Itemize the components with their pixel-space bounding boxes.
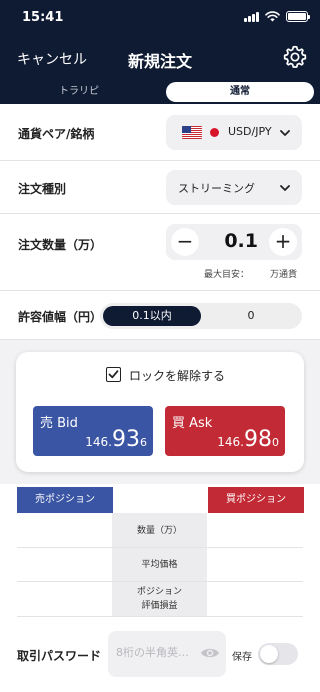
rate-card-area: ロックを解除する 売 Bid 146.936 買 Ask 146.980 [0, 340, 320, 484]
ask-price-tail: 0 [272, 436, 279, 449]
status-time: 15:41 [22, 10, 64, 25]
increment-button[interactable]: + [269, 228, 297, 256]
tolerance-label: 許容値幅（円） [18, 310, 103, 324]
tolerance-option-0-1[interactable]: 0.1以内 [103, 306, 201, 326]
password-field [108, 631, 226, 677]
quantity-stepper: − 0.1 + [166, 224, 302, 260]
bid-button[interactable]: 売 Bid 146.936 [33, 406, 153, 456]
ask-price-prefix: 146. [217, 435, 244, 449]
quantity-label: 注文数量（万） [18, 238, 103, 252]
toggle-knob [260, 645, 278, 663]
tolerance-toggle: 0.1以内 0 [100, 303, 302, 329]
tab-trarepi[interactable]: トラリピ [14, 82, 144, 102]
bid-price: 146.936 [85, 427, 147, 452]
order-type-value: ストリーミング [178, 182, 255, 195]
ask-price-main: 98 [244, 427, 272, 452]
chevron-down-icon [280, 185, 290, 191]
lock-label: ロックを解除する [129, 369, 226, 383]
ask-label: 買 Ask [172, 416, 213, 431]
bid-label: 売 Bid [40, 416, 78, 431]
pair-row: 通貨ペア/銘柄 USD/JPY [0, 104, 320, 161]
position-column-headers: 数量（万） 平均価格 ポジション 評価損益 [112, 513, 207, 617]
ask-price: 146.980 [217, 427, 279, 452]
tab-normal[interactable]: 通常 [166, 82, 314, 102]
pl-column-header-line1: ポジション [136, 587, 182, 597]
us-flag-icon [182, 126, 202, 139]
save-password-toggle[interactable] [258, 643, 298, 665]
bid-price-prefix: 146. [85, 435, 112, 449]
battery-icon [286, 11, 310, 22]
quantity-value[interactable]: 0.1 [224, 230, 258, 252]
nav-bar: キャンセル 新規注文 [0, 40, 320, 76]
pair-value: USD/JPY [228, 125, 272, 138]
ask-button[interactable]: 買 Ask 146.980 [165, 406, 285, 456]
pair-select[interactable]: USD/JPY [166, 115, 302, 150]
wifi-icon [265, 11, 280, 22]
position-tabs: 売ポジション 買ポジション [17, 487, 304, 513]
table-divider [17, 616, 303, 617]
checkmark-icon [108, 370, 119, 379]
cellular-signal-icon [244, 11, 259, 22]
max-estimate-label: 最大目安： [204, 270, 250, 280]
table-divider [17, 581, 303, 582]
pl-column-header-line2: 評価損益 [141, 601, 178, 611]
order-type-row: 注文種別 ストリーミング [0, 161, 320, 214]
decrement-button[interactable]: − [171, 228, 199, 256]
password-label: 取引パスワード [17, 649, 102, 663]
gear-icon[interactable] [282, 44, 308, 70]
lock-checkbox[interactable] [106, 367, 121, 382]
order-type-label: 注文種別 [18, 182, 67, 196]
quantity-column-header: 数量（万） [136, 526, 182, 536]
order-type-select[interactable]: ストリーミング [166, 170, 302, 205]
rate-card: ロックを解除する 売 Bid 146.936 買 Ask 146.980 [16, 352, 304, 472]
password-input[interactable] [116, 646, 196, 659]
status-bar: 15:41 [0, 0, 320, 36]
order-mode-segmented: トラリピ 通常 [0, 82, 320, 102]
save-password-label: 保存 [232, 652, 252, 663]
tolerance-option-0[interactable]: 0 [201, 306, 301, 326]
bid-price-main: 93 [112, 427, 140, 452]
page-title: 新規注文 [127, 52, 192, 71]
status-icons [244, 11, 310, 22]
avg-price-column-header: 平均価格 [141, 560, 178, 570]
sell-position-tab[interactable]: 売ポジション [17, 487, 113, 513]
jp-flag-icon [210, 128, 219, 137]
chevron-down-icon [280, 130, 290, 136]
header-area: 15:41 キャンセル 新規注文 トラリピ 通常 [0, 0, 320, 104]
buy-position-tab[interactable]: 買ポジション [208, 487, 304, 513]
pair-label: 通貨ペア/銘柄 [18, 127, 95, 141]
bid-price-tail: 6 [140, 436, 147, 449]
eye-icon[interactable] [200, 646, 220, 660]
quantity-row: 注文数量（万） − 0.1 + 最大目安： 万通貨 [0, 214, 320, 291]
table-divider [17, 547, 303, 548]
max-estimate-unit: 万通貨 [270, 270, 298, 280]
